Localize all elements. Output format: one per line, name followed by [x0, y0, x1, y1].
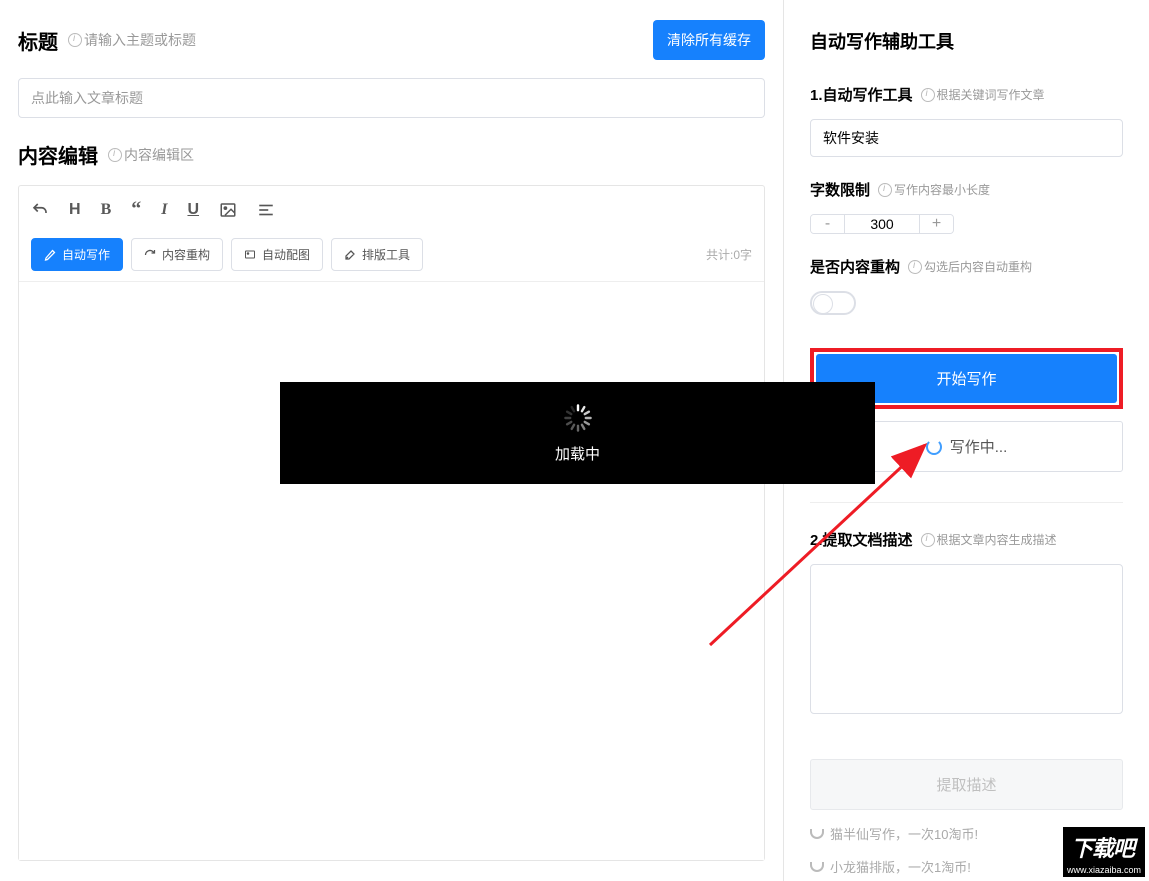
info-icon — [108, 148, 122, 162]
stepper-plus-button[interactable]: + — [919, 215, 953, 233]
extract-description-button[interactable]: 提取描述 — [810, 759, 1123, 810]
loading-spinner-icon — [563, 403, 593, 433]
word-limit-label: 字数限制 — [810, 179, 870, 200]
title-heading: 标题 — [18, 26, 58, 55]
image-icon[interactable] — [219, 201, 237, 219]
align-icon[interactable] — [257, 201, 275, 219]
loading-overlay: 加载中 — [280, 382, 875, 484]
restructure-toggle-hint: 勾选后内容自动重构 — [908, 258, 1032, 275]
title-hint: 请输入主题或标题 — [68, 30, 196, 50]
restructure-button[interactable]: 内容重构 — [131, 238, 223, 271]
section1-hint: 根据关键词写作文章 — [921, 86, 1045, 103]
underline-icon[interactable]: U — [187, 201, 199, 219]
heading-icon[interactable]: H — [69, 201, 81, 219]
word-limit-stepper: - + — [810, 214, 954, 234]
sidebar-title: 自动写作辅助工具 — [810, 28, 1123, 54]
info-icon — [921, 88, 935, 102]
restructure-toggle[interactable] — [810, 291, 856, 315]
restructure-toggle-label: 是否内容重构 — [810, 256, 900, 277]
content-hint: 内容编辑区 — [108, 145, 194, 165]
content-heading: 内容编辑 — [18, 140, 98, 169]
italic-icon[interactable]: I — [161, 201, 167, 219]
watermark: 下载吧 www.xiazaiba.com — [1063, 827, 1145, 877]
info-icon — [908, 260, 922, 274]
clear-cache-button[interactable]: 清除所有缓存 — [653, 20, 765, 60]
layout-tool-button[interactable]: 排版工具 — [331, 238, 423, 271]
section2-hint: 根据文章内容生成描述 — [921, 531, 1057, 548]
description-textarea[interactable] — [810, 564, 1123, 714]
loading-spinner-icon — [926, 439, 942, 455]
word-limit-hint: 写作内容最小长度 — [878, 181, 990, 198]
info-icon — [68, 33, 82, 47]
word-count: 共计:0字 — [706, 246, 752, 263]
undo-icon[interactable] — [31, 201, 49, 219]
bold-icon[interactable]: B — [101, 201, 112, 219]
section2-label: 2.提取文档描述 — [810, 529, 913, 550]
editor: H B “ I U 自动写作 内容重构 — [18, 185, 765, 861]
editor-body[interactable] — [19, 281, 764, 860]
info-icon — [921, 533, 935, 547]
auto-image-button[interactable]: 自动配图 — [231, 238, 323, 271]
stepper-value[interactable] — [845, 215, 919, 233]
divider — [810, 502, 1123, 503]
bowl-icon — [810, 862, 824, 872]
bowl-icon — [810, 829, 824, 839]
quote-icon[interactable]: “ — [131, 198, 141, 221]
article-title-input[interactable] — [18, 78, 765, 118]
loading-text: 加载中 — [555, 443, 600, 464]
auto-write-button[interactable]: 自动写作 — [31, 238, 123, 271]
stepper-minus-button[interactable]: - — [811, 215, 845, 233]
section1-label: 1.自动写作工具 — [810, 84, 913, 105]
info-icon — [878, 183, 892, 197]
keyword-input[interactable] — [810, 119, 1123, 157]
